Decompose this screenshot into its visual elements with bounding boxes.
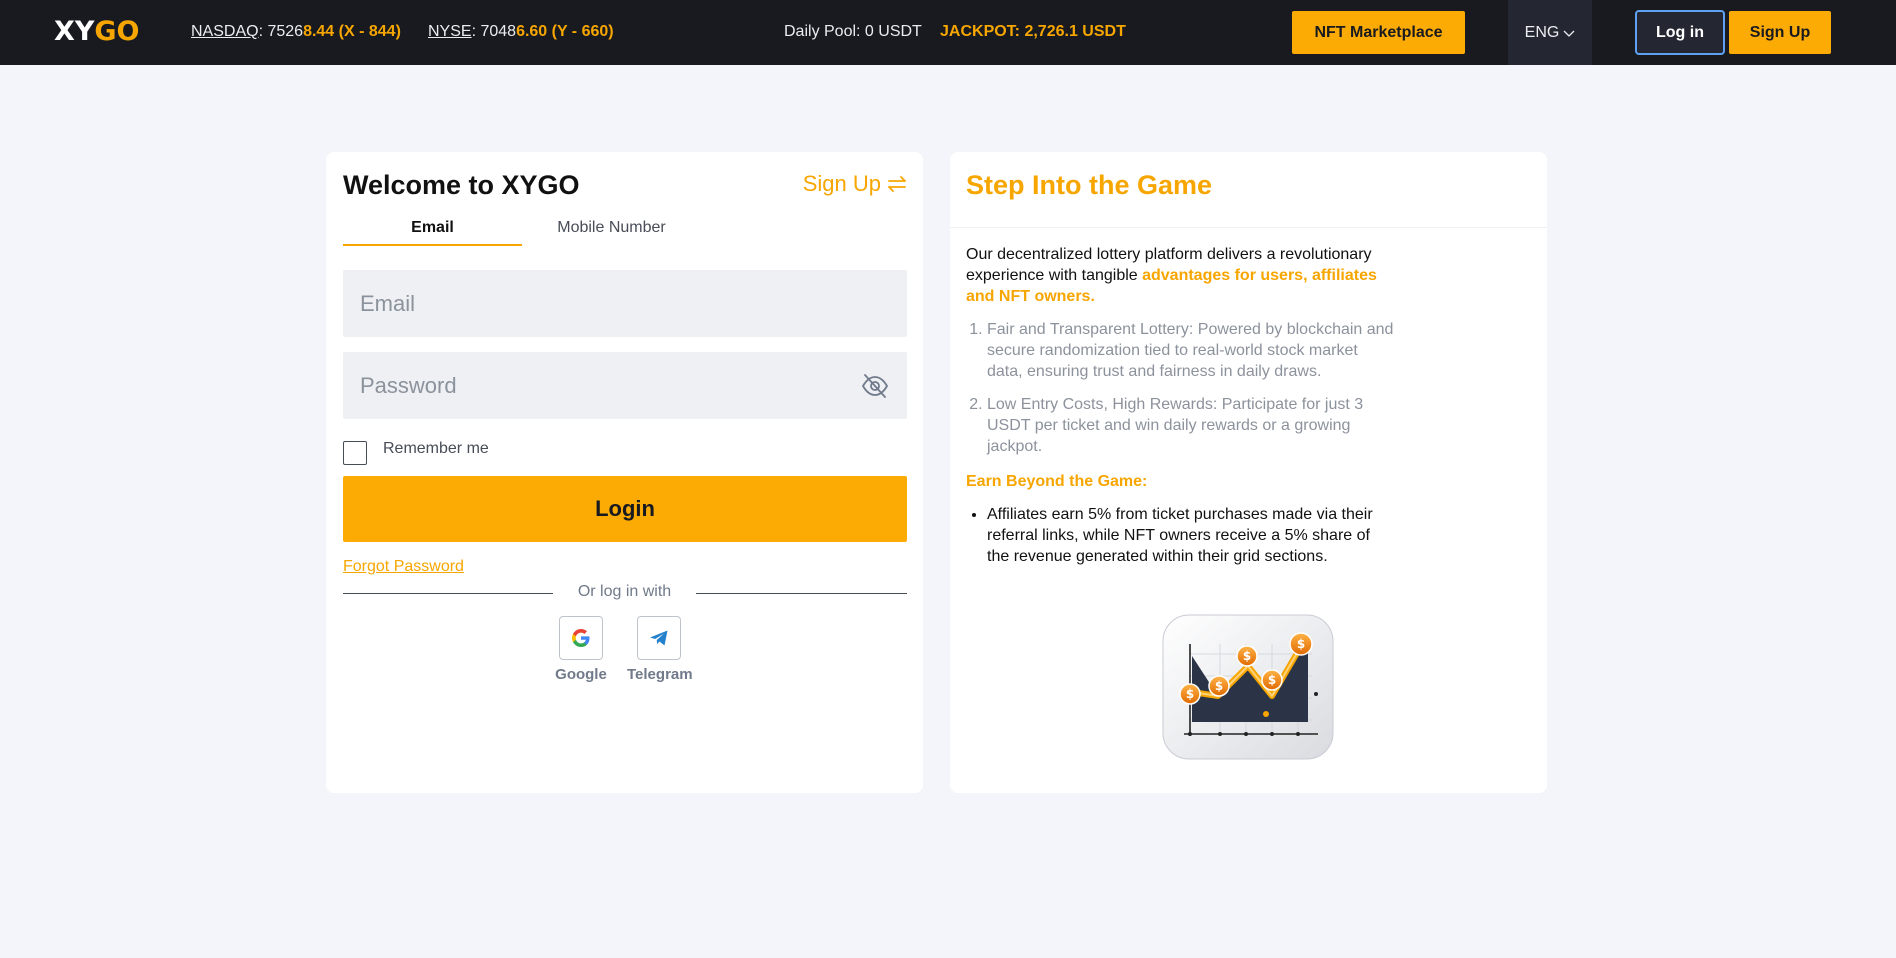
divider-right	[696, 593, 907, 594]
remember-me: Remember me	[343, 433, 489, 465]
svg-text:$: $	[1186, 687, 1194, 701]
info-title: Step Into the Game	[966, 170, 1213, 200]
feature-list: Fair and Transparent Lottery: Powered by…	[966, 319, 1396, 469]
password-input[interactable]	[343, 352, 907, 419]
earn-item: Affiliates earn 5% from ticket purchases…	[987, 504, 1396, 567]
earn-title: Earn Beyond the Game:	[966, 473, 1148, 490]
nasdaq-link[interactable]: NASDAQ	[191, 23, 259, 40]
email-field-wrapper	[343, 270, 907, 337]
earn-list: Affiliates earn 5% from ticket purchases…	[966, 504, 1396, 567]
svg-text:$: $	[1243, 649, 1251, 663]
daily-pool: Daily Pool: 0 USDT	[784, 23, 922, 40]
eye-off-icon[interactable]	[861, 373, 889, 399]
google-icon	[572, 629, 590, 647]
growth-chart-illustration: $ $ $ $ $	[1162, 614, 1334, 760]
google-label: Google	[555, 666, 607, 683]
swap-icon	[888, 176, 906, 192]
jackpot: JACKPOT: 2,726.1 USDT	[940, 23, 1126, 40]
login-card: Welcome to XYGO Sign Up Email Mobile Num…	[326, 152, 923, 793]
nyse-ticker: NYSE: 70486.60 (Y - 660)	[428, 23, 614, 40]
signup-link[interactable]: Sign Up	[803, 168, 907, 200]
tab-email[interactable]: Email	[343, 218, 522, 246]
or-login-with: Or log in with	[577, 583, 672, 600]
nyse-link[interactable]: NYSE	[428, 23, 472, 40]
google-button-box	[559, 616, 603, 660]
forgot-password-link[interactable]: Forgot Password	[343, 558, 464, 576]
header-login-button[interactable]: Log in	[1635, 10, 1725, 55]
login-method-tabs: Email Mobile Number	[343, 218, 907, 246]
svg-text:$: $	[1268, 673, 1276, 687]
svg-text:$: $	[1215, 679, 1223, 693]
divider-left	[343, 593, 553, 594]
login-button[interactable]: Login	[343, 476, 907, 542]
feature-item: Fair and Transparent Lottery: Powered by…	[987, 319, 1396, 382]
nasdaq-value: 7526	[267, 23, 304, 40]
svg-text:$: $	[1297, 637, 1305, 651]
telegram-label: Telegram	[627, 666, 693, 683]
info-divider	[950, 227, 1547, 228]
header-signup-button[interactable]: Sign Up	[1729, 11, 1831, 54]
chevron-down-icon	[1563, 30, 1575, 37]
info-card: Step Into the Game Our decentralized lot…	[950, 152, 1547, 793]
email-input[interactable]	[343, 270, 907, 337]
nasdaq-ticker: NASDAQ: 75268.44 (X - 844)	[191, 23, 401, 40]
telegram-button-box	[637, 616, 681, 660]
signup-link-label: Sign Up	[802, 171, 881, 196]
remember-me-checkbox[interactable]	[343, 441, 367, 465]
language-selector[interactable]: ENG	[1508, 0, 1592, 65]
nft-marketplace-button[interactable]: NFT Marketplace	[1292, 11, 1465, 54]
intro-text: Our decentralized lottery platform deliv…	[966, 244, 1396, 307]
google-login-button[interactable]: Google	[549, 616, 613, 683]
telegram-icon	[650, 630, 668, 646]
feature-item: Low Entry Costs, High Rewards: Participa…	[987, 394, 1396, 457]
nyse-highlight: 6.60 (Y - 660)	[516, 23, 614, 40]
nyse-value: 7048	[480, 23, 517, 40]
remember-me-label: Remember me	[383, 440, 489, 457]
nasdaq-highlight: 8.44 (X - 844)	[303, 23, 401, 40]
logo[interactable]: XYGO	[54, 16, 140, 48]
login-title: Welcome to XYGO	[343, 170, 580, 200]
telegram-login-button[interactable]: Telegram	[627, 616, 693, 683]
tab-mobile-number[interactable]: Mobile Number	[522, 218, 701, 246]
language-label: ENG	[1524, 23, 1560, 41]
password-field-wrapper	[343, 352, 907, 419]
top-navbar: XYGO NASDAQ: 75268.44 (X - 844) NYSE: 70…	[0, 0, 1896, 65]
